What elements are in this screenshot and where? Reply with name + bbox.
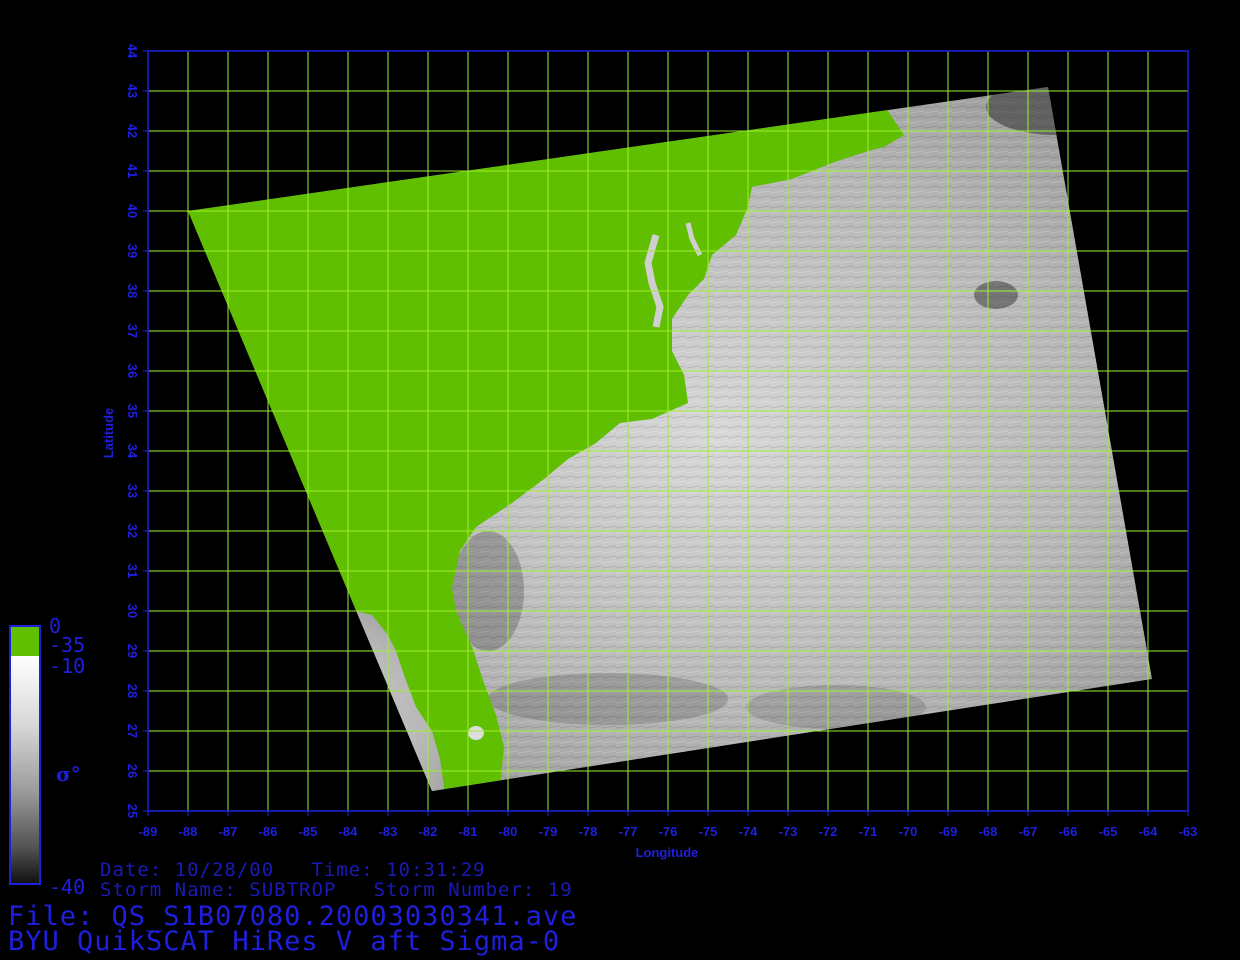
lon-tick-label: -87 — [219, 824, 238, 839]
lat-tick-label: 28 — [125, 684, 140, 698]
lat-tick-label: 32 — [125, 524, 140, 538]
lat-tick-label: 33 — [125, 484, 140, 498]
lon-tick-label: -78 — [579, 824, 598, 839]
lon-tick-label: -81 — [459, 824, 478, 839]
lat-tick-label: 42 — [125, 124, 140, 138]
lon-tick-label: -77 — [619, 824, 638, 839]
sigma0-map: -89 -88 -87 -86 -85 -84 -83 -82 -81 -80 -79 -78 -77 -… — [101, 44, 1198, 860]
lon-tick-label: -71 — [859, 824, 878, 839]
lat-tick-label: 38 — [125, 284, 140, 298]
lake-okeechobee — [468, 726, 484, 740]
swath-layer — [188, 87, 1152, 791]
sea-dark-patch — [986, 87, 1126, 135]
lat-tick-label: 25 — [125, 804, 140, 818]
lon-tick-label: -84 — [339, 824, 359, 839]
date-time-line: Date: 10/28/00 Time: 10:31:29 — [100, 859, 486, 881]
sea-dark-patch — [974, 281, 1018, 309]
lon-tick-label: -75 — [699, 824, 718, 839]
lat-tick-label: 44 — [125, 44, 140, 59]
y-axis-label: Latitude — [101, 408, 116, 459]
lon-tick-label: -86 — [259, 824, 278, 839]
lat-tick-label: 43 — [125, 84, 140, 98]
colorbar-sea-max: -10 — [49, 654, 86, 678]
lat-tick-label: 35 — [125, 404, 140, 418]
lon-tick-label: -80 — [499, 824, 518, 839]
lat-tick-label: 26 — [125, 764, 140, 778]
lon-tick-label: -65 — [1099, 824, 1118, 839]
lon-tick-label: -85 — [299, 824, 318, 839]
lon-tick-label: -88 — [179, 824, 198, 839]
lon-tick-label: -82 — [419, 824, 438, 839]
colorbar-land-min: -35 — [49, 633, 86, 657]
storm-line: Storm Name: SUBTROP Storm Number: 19 — [100, 879, 573, 901]
lon-tick-label: -72 — [819, 824, 838, 839]
lon-tick-label: -68 — [979, 824, 998, 839]
lat-tick-label: 40 — [125, 204, 140, 218]
lon-tick-label: -89 — [139, 824, 158, 839]
colorbar-sea-min: -40 — [49, 875, 86, 899]
lat-tick-label: 36 — [125, 364, 140, 378]
lat-tick-label: 29 — [125, 644, 140, 658]
lat-tick-labels: 25 26 27 28 29 30 31 32 33 34 35 36 37 38 39 40 41 42 43 44 — [125, 44, 148, 818]
lon-tick-label: -64 — [1139, 824, 1159, 839]
sea-dark-patch — [488, 673, 728, 725]
colorbar-sea-gradient — [11, 656, 39, 883]
colorbar-symbol: σ° — [56, 762, 81, 786]
colorbar — [9, 625, 41, 885]
lat-tick-label: 34 — [125, 444, 140, 459]
lon-tick-labels: -89 -88 -87 -86 -85 -84 -83 -82 -81 -80 -79 -78 -77 -… — [139, 811, 1198, 839]
lon-tick-label: -67 — [1019, 824, 1038, 839]
lat-tick-label: 27 — [125, 724, 140, 738]
sea-dark-patch — [746, 685, 926, 729]
lon-tick-label: -79 — [539, 824, 558, 839]
lon-tick-label: -74 — [739, 824, 759, 839]
product-line: BYU QuikSCAT HiRes V aft Sigma-0 — [8, 926, 561, 957]
lat-tick-label: 30 — [125, 604, 140, 618]
lon-tick-label: -83 — [379, 824, 398, 839]
lon-tick-label: -63 — [1179, 824, 1198, 839]
x-axis-label: Longitude — [636, 845, 699, 860]
lat-tick-label: 37 — [125, 324, 140, 338]
lat-tick-label: 31 — [125, 564, 140, 578]
lon-tick-label: -73 — [779, 824, 798, 839]
colorbar-land-segment — [11, 627, 39, 656]
lon-tick-label: -66 — [1059, 824, 1078, 839]
lon-tick-label: -69 — [939, 824, 958, 839]
lon-tick-label: -76 — [659, 824, 678, 839]
lat-tick-label: 41 — [125, 164, 140, 178]
lon-tick-label: -70 — [899, 824, 918, 839]
lat-tick-label: 39 — [125, 244, 140, 258]
